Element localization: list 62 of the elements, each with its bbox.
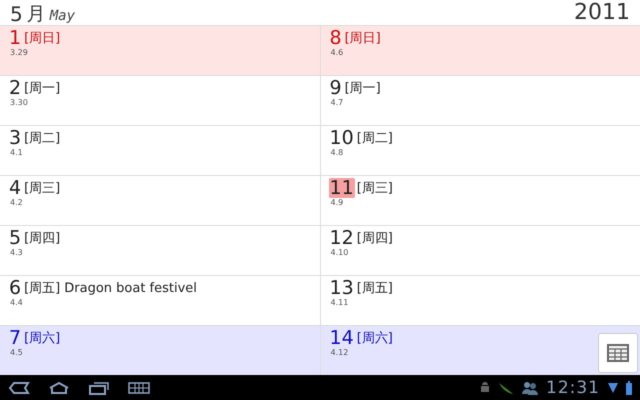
weekday-label: [周日] (24, 30, 60, 48)
lunar-date: 4.7 (330, 98, 344, 108)
calendar-grid-icon (607, 344, 629, 362)
lunar-date: 4.1 (10, 148, 23, 158)
month-chinese: 月 (26, 3, 46, 25)
day-cell[interactable]: 14[周六] 4.12 (320, 325, 640, 375)
lunar-date: 4.10 (330, 248, 348, 258)
day-number: 8 (328, 28, 343, 48)
weekday-label: [周三] (356, 180, 393, 198)
lunar-date: 4.4 (10, 298, 23, 308)
back-icon[interactable] (8, 380, 30, 394)
day-number: 6 (8, 278, 22, 298)
day-number: 11 (328, 178, 355, 198)
home-icon[interactable] (48, 380, 70, 394)
day-number: 9 (328, 78, 343, 98)
day-number: 2 (8, 78, 22, 98)
weekday-label: [周二] (356, 130, 393, 148)
recent-apps-icon[interactable] (88, 380, 110, 394)
lunar-date: 4.11 (330, 298, 348, 308)
lunar-date: 4.3 (10, 248, 23, 258)
day-number: 7 (8, 328, 22, 348)
weekday-label: [周四] (356, 230, 393, 248)
battery-icon (626, 380, 632, 394)
weekday-label: [周五] (356, 280, 393, 298)
people-icon (522, 380, 538, 394)
day-number: 5 (8, 228, 22, 248)
grid-icon[interactable] (128, 382, 150, 394)
clock-time: 12:31 (546, 378, 600, 398)
weekday-label: [周五] (24, 280, 60, 298)
weekday-label: [周日] (344, 30, 381, 48)
weekday-label: [周六] (356, 330, 393, 348)
day-number: 3 (8, 128, 22, 148)
day-number: 1 (8, 28, 22, 48)
day-number: 13 (328, 278, 355, 298)
year-label: 2011 (574, 1, 630, 25)
day-cell[interactable]: 7[周六] 4.5 (0, 325, 320, 375)
pea-pod-icon (498, 380, 514, 394)
lunar-date: 4.8 (330, 148, 344, 158)
weekday-label: [周四] (24, 230, 60, 248)
wifi-icon (608, 382, 618, 394)
month-number: 5 (10, 3, 23, 25)
month-english: May (50, 7, 76, 25)
lunar-date: 3.30 (10, 98, 28, 108)
month-view-button[interactable] (598, 333, 638, 373)
day-cell[interactable]: 8[周日] 4.6 (320, 25, 640, 75)
lunar-date: 4.9 (330, 198, 344, 208)
day-number: 4 (8, 178, 22, 198)
day-number: 14 (328, 328, 355, 348)
weekday-label: [周一] (24, 80, 60, 98)
lunar-date: 4.5 (10, 348, 23, 358)
weekday-label: [周三] (24, 180, 60, 198)
event-text: Dragon boat festivel (64, 280, 197, 298)
day-number: 10 (328, 128, 355, 148)
lunar-date: 4.2 (10, 198, 23, 208)
lunar-date: 3.29 (10, 48, 28, 58)
weekday-label: [周一] (344, 80, 381, 98)
day-cell[interactable]: 1[周日] 3.29 (0, 25, 320, 75)
weekday-label: [周二] (24, 130, 60, 148)
lunar-date: 4.6 (330, 48, 344, 58)
weekday-label: [周六] (24, 330, 60, 348)
day-number: 12 (328, 228, 355, 248)
lunar-date: 4.12 (330, 348, 348, 358)
